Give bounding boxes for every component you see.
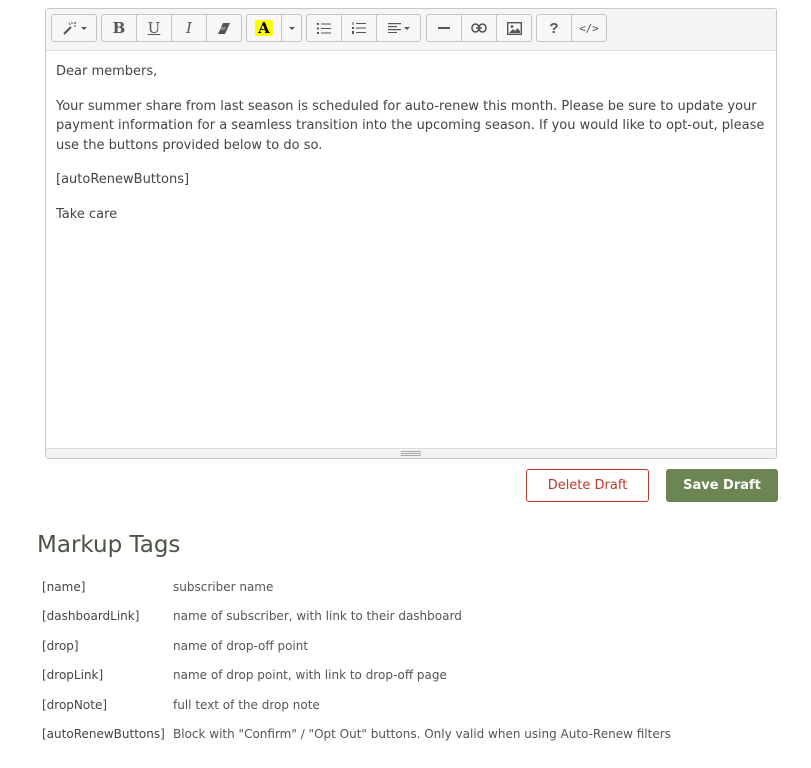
- image-button[interactable]: [497, 15, 531, 41]
- numbered-list-button[interactable]: [342, 15, 377, 41]
- link-button[interactable]: [462, 15, 497, 41]
- bold-icon: B: [112, 19, 126, 37]
- tag-description: name of subscriber, with link to their d…: [173, 609, 462, 624]
- code-view-icon: </>: [579, 21, 599, 35]
- save-draft-button[interactable]: Save Draft: [666, 469, 778, 502]
- table-row: [autoRenewButtons] Block with "Confirm" …: [42, 720, 671, 750]
- editor-content[interactable]: Dear members, Your summer share from las…: [46, 51, 776, 448]
- section-title: Markup Tags: [37, 532, 181, 558]
- tag-name: [dropLink]: [42, 668, 104, 683]
- style-group: [51, 14, 97, 42]
- tag-description: name of drop point, with link to drop-of…: [173, 668, 447, 683]
- markup-tags-table: [name] subscriber name [dashboardLink] n…: [42, 572, 671, 749]
- image-icon: [506, 21, 522, 35]
- paragraph: Dear members,: [56, 64, 158, 79]
- misc-group: ? </>: [536, 14, 607, 42]
- numbered-list-icon: [352, 22, 366, 34]
- chevron-down-icon: [288, 26, 295, 30]
- chevron-down-icon: [403, 26, 410, 30]
- magic-wand-button[interactable]: [52, 15, 96, 41]
- align-icon: [387, 23, 401, 33]
- tag-description: name of drop-off point: [173, 638, 309, 653]
- tag-description: subscriber name: [173, 579, 274, 594]
- font-color-button[interactable]: A: [247, 15, 282, 41]
- help-icon: ?: [549, 19, 559, 37]
- paragraph: [autoRenewButtons]: [56, 172, 190, 187]
- table-row: [dropLink] name of drop point, with link…: [42, 661, 671, 691]
- bold-button[interactable]: B: [102, 15, 137, 41]
- tag-description: Block with "Confirm" / "Opt Out" buttons…: [173, 727, 671, 742]
- table-row: [name] subscriber name: [42, 572, 671, 602]
- bullet-list-icon: [317, 22, 331, 34]
- font-color-icon: A: [255, 20, 273, 36]
- table-row: [drop] name of drop-off point: [42, 631, 671, 661]
- chevron-down-icon: [80, 26, 87, 30]
- tag-name: [dashboardLink]: [42, 609, 140, 624]
- table-row: [dropNote] full text of the drop note: [42, 690, 671, 720]
- font-style-group: B U I: [101, 14, 242, 42]
- paragraph: Take care: [56, 206, 118, 222]
- horizontal-rule-icon: [438, 26, 450, 30]
- font-color-dropdown[interactable]: [282, 15, 301, 41]
- tag-name: [autoRenewButtons]: [42, 727, 165, 742]
- tag-description: full text of the drop note: [173, 697, 320, 712]
- italic-button[interactable]: I: [172, 15, 207, 41]
- italic-icon: I: [186, 19, 192, 37]
- paragraph-group: [306, 14, 421, 42]
- tag-name: [name]: [42, 579, 86, 594]
- tag-name: [drop]: [42, 638, 79, 653]
- paragraph: Your summer share from last season is sc…: [56, 98, 765, 153]
- bullet-list-button[interactable]: [307, 15, 342, 41]
- underline-icon: U: [147, 19, 161, 37]
- horizontal-rule-button[interactable]: [427, 15, 462, 41]
- insert-group: [426, 14, 532, 42]
- editor-resize-handle[interactable]: [46, 448, 776, 458]
- underline-button[interactable]: U: [137, 15, 172, 41]
- editor-toolbar: B U I A ? </>: [46, 9, 776, 51]
- link-icon: [471, 23, 487, 33]
- help-button[interactable]: ?: [537, 15, 572, 41]
- tag-name: [dropNote]: [42, 697, 108, 712]
- table-row: [dashboardLink] name of subscriber, with…: [42, 602, 671, 632]
- eraser-icon: [218, 22, 230, 34]
- align-button[interactable]: [377, 15, 420, 41]
- code-view-button[interactable]: </>: [572, 15, 606, 41]
- clear-format-button[interactable]: [207, 15, 241, 41]
- grip-icon: [401, 451, 421, 457]
- magic-wand-icon: [62, 21, 78, 35]
- rich-text-editor: B U I A ? </> Dear members, Your summer …: [45, 8, 777, 459]
- color-group: A: [246, 14, 302, 42]
- delete-draft-button[interactable]: Delete Draft: [526, 469, 649, 502]
